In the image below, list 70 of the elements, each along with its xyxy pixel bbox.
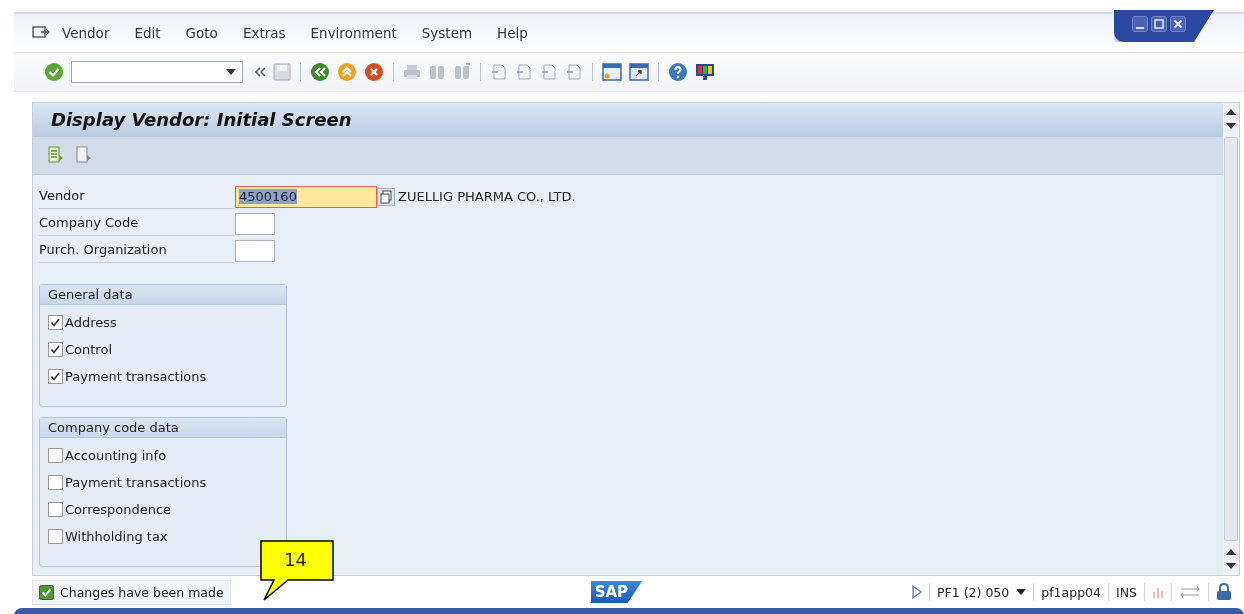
checkbox-label: Address (65, 315, 117, 330)
checkbox-label: Accounting info (65, 448, 167, 463)
scroll-down-icon[interactable] (1226, 123, 1236, 129)
maximize-icon[interactable] (1151, 16, 1167, 32)
copy-icon[interactable] (377, 187, 395, 206)
menu-icon[interactable] (32, 26, 50, 40)
logo: SAP (590, 581, 643, 603)
dropdown-icon[interactable] (1016, 589, 1027, 595)
checkbox[interactable] (48, 529, 63, 544)
check-icon[interactable] (44, 62, 64, 82)
checkbox-label: Payment transactions (65, 369, 207, 384)
field-label: Purch. Organization (39, 238, 235, 263)
vendor-input[interactable]: 4500160 (235, 185, 377, 208)
close-icon[interactable] (1170, 16, 1186, 32)
menu-item[interactable]: Help (497, 25, 528, 41)
chart-icon (1152, 585, 1164, 599)
page-icon[interactable] (540, 63, 558, 81)
menu-item[interactable]: Edit (134, 25, 161, 41)
double-chevron-icon[interactable] (254, 66, 266, 78)
insert-mode: INS (1116, 584, 1137, 600)
status-message[interactable]: Changes have been made (32, 579, 231, 605)
exit-icon[interactable] (337, 62, 357, 82)
input-field[interactable] (235, 239, 275, 262)
server-name: pf1app04 (1041, 584, 1101, 600)
checkbox-label: Correspondence (65, 502, 172, 517)
checkbox[interactable] (48, 369, 63, 384)
menu-item[interactable]: Goto (185, 25, 218, 41)
page-icon[interactable] (490, 63, 508, 81)
shortcut-icon[interactable] (629, 62, 649, 82)
checkbox[interactable] (48, 315, 63, 330)
cancel-icon[interactable] (364, 62, 384, 82)
scroll-up-icon[interactable] (1226, 549, 1236, 555)
dropdown-icon[interactable] (226, 69, 236, 75)
menu-item[interactable]: Environment (310, 25, 397, 41)
input-field[interactable] (235, 212, 275, 235)
checkbox[interactable] (48, 502, 63, 517)
system-info[interactable]: PF1 (2) 050 (937, 584, 1010, 600)
document-icon[interactable] (75, 146, 93, 165)
help-icon[interactable] (668, 62, 688, 82)
checkbox[interactable] (48, 475, 63, 490)
scroll-down-icon[interactable] (1226, 563, 1236, 569)
minimize-icon[interactable] (1132, 16, 1148, 32)
monitor-icon[interactable] (695, 62, 715, 82)
checkbox-label: Control (65, 342, 112, 357)
command-field[interactable] (71, 61, 243, 83)
field-label: Vendor (39, 184, 235, 209)
group-title: Company code data (40, 418, 286, 438)
menu-item[interactable]: System (421, 25, 473, 41)
screen-title: Display Vendor: Initial Screen (51, 109, 352, 131)
page-icon[interactable] (515, 63, 533, 81)
vendor-name: ZUELLIG PHARMA CO., LTD. (398, 189, 576, 204)
page-icon[interactable] (565, 63, 583, 81)
checkbox-label: Withholding tax (65, 529, 168, 544)
field-label: Company Code (39, 211, 235, 236)
menu-item[interactable]: Extras (242, 25, 286, 41)
arrows-icon (1179, 585, 1201, 599)
list-icon[interactable] (47, 146, 65, 165)
window-icon[interactable] (602, 62, 622, 82)
play-icon[interactable] (912, 585, 923, 599)
group-title: General data (40, 285, 286, 305)
success-icon (39, 584, 54, 600)
checkbox[interactable] (48, 342, 63, 357)
scroll-up-icon[interactable] (1226, 109, 1236, 115)
scrollbar[interactable] (1223, 103, 1239, 575)
lock-icon[interactable] (1216, 583, 1232, 601)
checkbox[interactable] (48, 448, 63, 463)
callout-number: 14 (284, 549, 307, 571)
back-icon[interactable] (310, 62, 330, 82)
menu-item[interactable]: Vendor (62, 25, 110, 41)
checkbox-label: Payment transactions (65, 475, 207, 490)
